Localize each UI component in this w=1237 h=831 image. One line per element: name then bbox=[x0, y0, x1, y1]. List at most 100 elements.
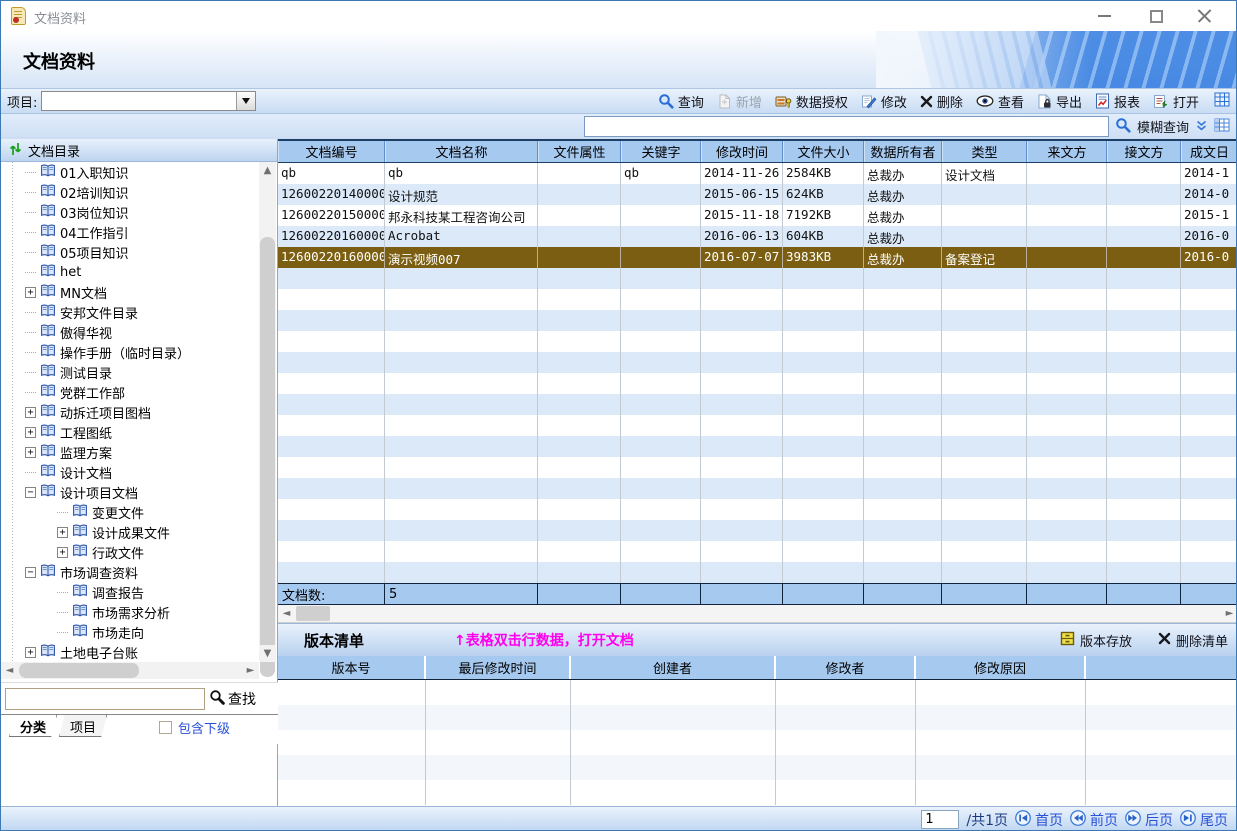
tree-item[interactable]: 变更文件 bbox=[1, 502, 259, 522]
tree-item[interactable]: 05项目知识 bbox=[1, 242, 259, 262]
tree-item[interactable]: het bbox=[1, 262, 259, 282]
tree-item[interactable]: +土地电子台账 bbox=[1, 642, 259, 662]
expand-icon[interactable]: + bbox=[25, 287, 36, 298]
maximize-button[interactable] bbox=[1134, 1, 1178, 31]
expand-icon[interactable]: + bbox=[57, 547, 68, 558]
tree-item[interactable]: 调查报告 bbox=[1, 582, 259, 602]
table-row[interactable] bbox=[278, 415, 1237, 436]
tree-item[interactable]: 安邦文件目录 bbox=[1, 302, 259, 322]
table-row[interactable] bbox=[278, 457, 1237, 478]
last-page-button[interactable]: 尾页 bbox=[1180, 810, 1228, 830]
tree-item[interactable]: 傲得华视 bbox=[1, 322, 259, 342]
tree-item[interactable]: +监理方案 bbox=[1, 442, 259, 462]
refresh-icon[interactable] bbox=[9, 142, 22, 159]
include-sub-checkbox-row[interactable]: 包含下级 bbox=[159, 718, 230, 737]
column-header[interactable]: 接文方 bbox=[1107, 141, 1181, 162]
tree-item[interactable]: +MN文档 bbox=[1, 282, 259, 302]
table-row[interactable] bbox=[278, 394, 1237, 415]
version-column-header[interactable]: 修改原因 bbox=[916, 656, 1086, 679]
grid-icon[interactable] bbox=[1214, 92, 1230, 110]
tree-item[interactable]: 02培训知识 bbox=[1, 182, 259, 202]
version-delete-button[interactable]: 删除清单 bbox=[1158, 631, 1228, 650]
tree-item[interactable]: 设计文档 bbox=[1, 462, 259, 482]
grid-view-icon[interactable] bbox=[1214, 118, 1230, 135]
version-column-header[interactable]: 最后修改时间 bbox=[426, 656, 571, 679]
table-row[interactable]: 126002201500000邦永科技某工程咨询公司2015-11-187192… bbox=[278, 205, 1237, 226]
table-horizontal-scrollbar[interactable]: ◄ ► bbox=[278, 605, 1237, 623]
scroll-thumb[interactable] bbox=[19, 663, 139, 678]
tree-item[interactable]: +设计成果文件 bbox=[1, 522, 259, 542]
sidebar-vertical-scrollbar[interactable]: ▲ ▼ bbox=[259, 162, 276, 662]
column-header[interactable]: 修改时间 bbox=[701, 141, 783, 162]
search-icon[interactable] bbox=[1115, 117, 1131, 136]
tree-item[interactable]: 01入职知识 bbox=[1, 162, 259, 182]
collapse-icon[interactable]: − bbox=[25, 567, 36, 578]
expand-icon[interactable]: + bbox=[25, 407, 36, 418]
column-header[interactable]: 文件属性 bbox=[538, 141, 621, 162]
fuzzy-search-input[interactable] bbox=[584, 116, 1109, 137]
table-row[interactable] bbox=[278, 541, 1237, 562]
column-header[interactable]: 来文方 bbox=[1027, 141, 1107, 162]
table-row[interactable] bbox=[278, 352, 1237, 373]
column-header[interactable]: 文档名称 bbox=[385, 141, 538, 162]
tree-item[interactable]: 04工作指引 bbox=[1, 222, 259, 242]
tree-item[interactable]: 市场需求分析 bbox=[1, 602, 259, 622]
table-row[interactable] bbox=[278, 268, 1237, 289]
scroll-down-arrow[interactable]: ▼ bbox=[259, 645, 276, 662]
table-row[interactable]: 126002201400000设计规范2015-06-15624KB总裁办201… bbox=[278, 184, 1237, 205]
tree-item[interactable]: 测试目录 bbox=[1, 362, 259, 382]
tree-item[interactable]: −市场调查资料 bbox=[1, 562, 259, 582]
toolbar-button-view[interactable]: 查看 bbox=[976, 92, 1024, 111]
column-header[interactable]: 成文日 bbox=[1181, 141, 1237, 162]
page-number-input[interactable] bbox=[921, 810, 959, 829]
next-page-button[interactable]: 后页 bbox=[1125, 810, 1173, 830]
expand-icon[interactable]: + bbox=[25, 427, 36, 438]
table-row[interactable] bbox=[278, 499, 1237, 520]
toolbar-button-export[interactable]: 导出 bbox=[1037, 92, 1082, 111]
column-header[interactable]: 关键字 bbox=[621, 141, 701, 162]
fuzzy-search-button[interactable]: 模糊查询 bbox=[1137, 117, 1189, 136]
toolbar-button-auth[interactable]: 数据授权 bbox=[775, 92, 848, 111]
scroll-right-arrow[interactable]: ► bbox=[242, 662, 259, 679]
toolbar-button-report[interactable]: 报表 bbox=[1095, 92, 1140, 111]
toolbar-button-delete[interactable]: 删除 bbox=[920, 92, 963, 111]
expand-icon[interactable]: + bbox=[25, 447, 36, 458]
column-header[interactable]: 数据所有者 bbox=[864, 141, 942, 162]
toolbar-button-search[interactable]: 查询 bbox=[658, 92, 704, 111]
version-table-row[interactable] bbox=[278, 680, 1237, 705]
collapse-icon[interactable]: − bbox=[25, 487, 36, 498]
project-combobox[interactable] bbox=[41, 91, 256, 111]
table-row[interactable] bbox=[278, 436, 1237, 457]
tree-item[interactable]: 操作手册（临时目录） bbox=[1, 342, 259, 362]
expand-icon[interactable]: + bbox=[57, 527, 68, 538]
version-column-header[interactable]: 修改者 bbox=[776, 656, 916, 679]
scroll-left-arrow[interactable]: ◄ bbox=[1, 662, 18, 679]
scroll-left-arrow[interactable]: ◄ bbox=[278, 605, 295, 622]
table-row[interactable] bbox=[278, 520, 1237, 541]
table-row-selected[interactable]: 126002201600000演示视频0072016-07-073983KB总裁… bbox=[278, 247, 1237, 268]
toolbar-button-open[interactable]: 打开 bbox=[1153, 92, 1199, 111]
version-column-header[interactable] bbox=[1086, 656, 1237, 679]
tree-find-input[interactable] bbox=[5, 688, 205, 710]
tree-item[interactable]: 党群工作部 bbox=[1, 382, 259, 402]
table-row[interactable] bbox=[278, 289, 1237, 310]
scroll-thumb[interactable] bbox=[260, 237, 275, 677]
tree-item[interactable]: 03岗位知识 bbox=[1, 202, 259, 222]
tree-item[interactable]: +动拆迁项目图档 bbox=[1, 402, 259, 422]
include-sub-checkbox[interactable] bbox=[159, 721, 172, 734]
tree-find-button[interactable]: 查找 bbox=[209, 689, 256, 709]
tree-item[interactable]: −设计项目文档 bbox=[1, 482, 259, 502]
expand-icon[interactable]: + bbox=[25, 647, 36, 658]
version-table-row[interactable] bbox=[278, 730, 1237, 755]
close-button[interactable] bbox=[1182, 1, 1226, 31]
scroll-thumb[interactable] bbox=[296, 606, 330, 621]
scroll-up-arrow[interactable]: ▲ bbox=[259, 162, 276, 179]
version-column-header[interactable]: 版本号 bbox=[278, 656, 426, 679]
tab-classification[interactable]: 分类 bbox=[9, 715, 57, 737]
table-row[interactable]: qbqbqb2014-11-262584KB总裁办设计文档2014-1 bbox=[278, 163, 1237, 184]
tree-item[interactable]: +行政文件 bbox=[1, 542, 259, 562]
version-store-button[interactable]: 版本存放 bbox=[1060, 631, 1132, 650]
table-row[interactable]: 126002201600000Acrobat2016-06-13604KB总裁办… bbox=[278, 226, 1237, 247]
tree-item[interactable]: 市场走向 bbox=[1, 622, 259, 642]
table-row[interactable] bbox=[278, 373, 1237, 394]
